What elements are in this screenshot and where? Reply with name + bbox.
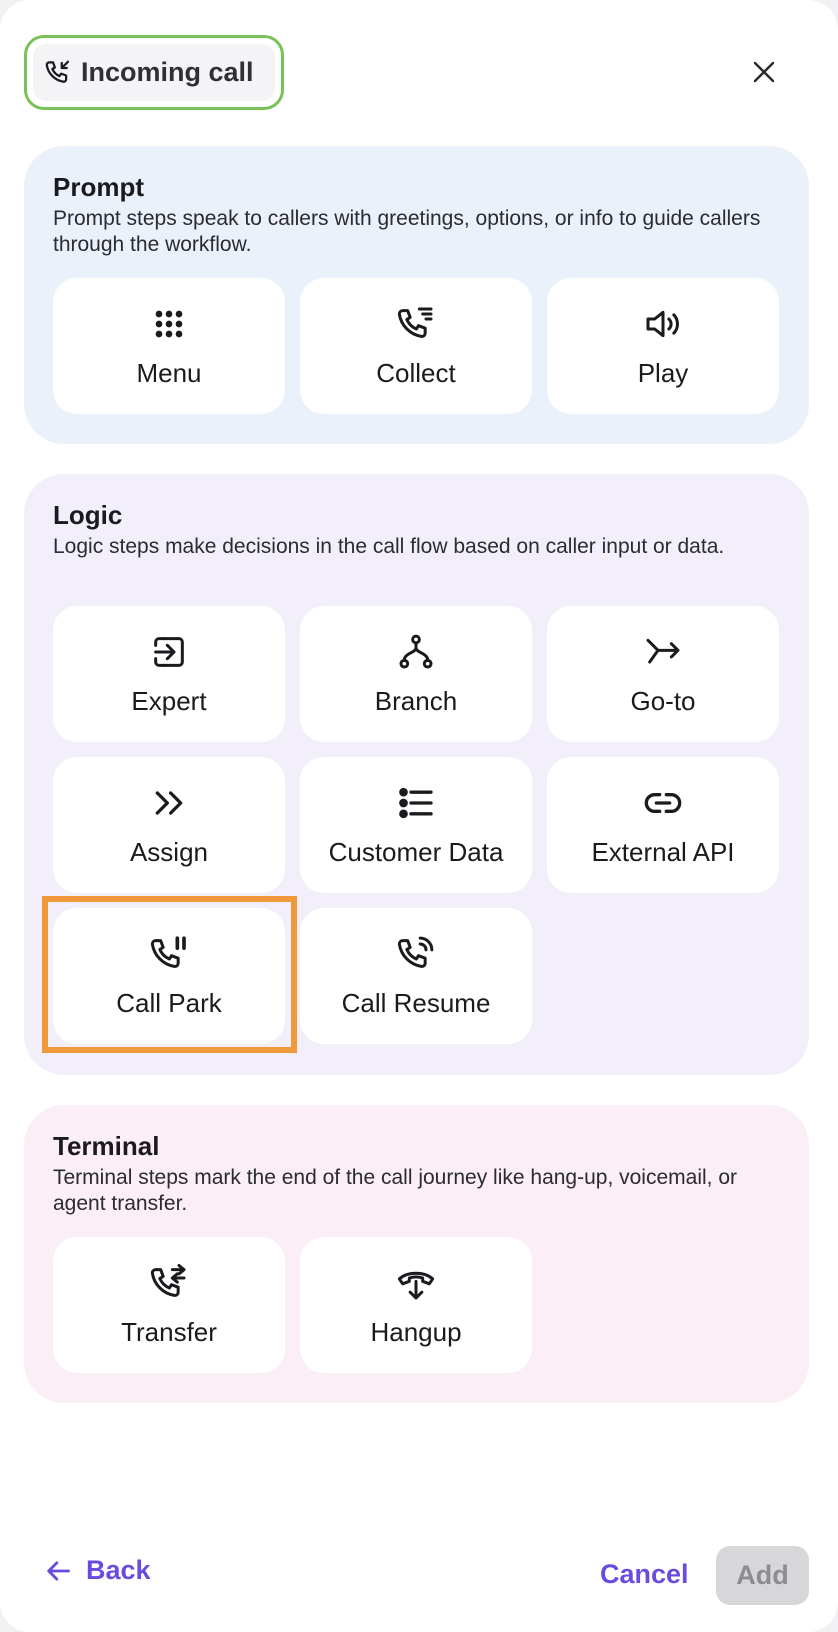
step-label: Call Park [116, 987, 222, 1018]
add-button[interactable]: Add [716, 1546, 809, 1605]
grid-dots-icon [155, 310, 183, 337]
step-grid: Expert Branch Go-to Assign Customer Data… [42, 606, 779, 1053]
link-icon [644, 792, 682, 813]
phone-transfer-icon [150, 1263, 186, 1297]
step-card-assign[interactable]: Assign [53, 757, 285, 893]
section-description: Terminal steps mark the end of the call … [53, 1166, 737, 1215]
phone-list-icon [397, 307, 433, 338]
section-title: Prompt [53, 172, 144, 202]
trigger-label: Incoming call [81, 57, 254, 87]
step-label: External API [591, 836, 735, 867]
enter-box-icon [154, 636, 184, 667]
incoming-call-icon [45, 60, 70, 83]
step-card-customer-data[interactable]: Customer Data [300, 757, 532, 893]
step-card-menu[interactable]: Menu [53, 278, 285, 414]
section-description: Logic steps make decisions in the call f… [53, 535, 725, 558]
trigger-chip[interactable]: Incoming call [24, 35, 284, 110]
trigger-chip-inner: Incoming call [33, 44, 275, 101]
arrow-left-icon [47, 1560, 70, 1581]
step-grid: Transfer Hangup [53, 1237, 779, 1373]
step-label: Transfer [121, 1316, 217, 1347]
terminal-section: Terminal Terminal steps mark the end of … [24, 1105, 809, 1403]
step-label: Play [637, 357, 689, 388]
close-button[interactable] [745, 53, 783, 91]
step-label: Call Resume [341, 987, 491, 1018]
section-description: Prompt steps speak to callers with greet… [53, 207, 761, 256]
speaker-icon [646, 310, 679, 337]
branch-icon [399, 634, 433, 668]
logic-section: Logic Logic steps make decisions in the … [24, 474, 809, 1075]
step-label: Go-to [630, 685, 696, 716]
step-grid: Menu Collect Play [53, 278, 779, 414]
step-label: Assign [129, 836, 209, 867]
step-card-transfer[interactable]: Transfer [53, 1237, 285, 1373]
cancel-button[interactable]: Cancel [600, 1559, 689, 1590]
back-button[interactable]: Back [44, 1555, 151, 1586]
hangup-icon [397, 1271, 435, 1299]
close-icon [753, 61, 775, 83]
step-card-hangup[interactable]: Hangup [300, 1237, 532, 1373]
add-step-panel: Incoming call Prompt Prompt steps speak … [0, 0, 838, 1632]
step-card-external-api[interactable]: External API [547, 757, 779, 893]
step-label: Expert [131, 685, 207, 716]
section-title: Terminal [53, 1131, 160, 1161]
step-label: Collect [376, 357, 456, 388]
phone-signal-icon [397, 936, 434, 968]
step-card-expert[interactable]: Expert [53, 606, 285, 742]
back-label: Back [86, 1555, 151, 1585]
phone-pause-icon [150, 935, 186, 968]
step-card-call-park[interactable]: Call Park [42, 896, 297, 1053]
step-label: Branch [374, 685, 458, 716]
step-label: Menu [136, 357, 202, 388]
step-label: Hangup [370, 1316, 462, 1347]
step-card-call-resume[interactable]: Call Resume [300, 908, 532, 1044]
double-chevron-icon [155, 790, 183, 815]
prompt-section: Prompt Prompt steps speak to callers wit… [24, 146, 809, 444]
step-card-play[interactable]: Play [547, 278, 779, 414]
section-title: Logic [53, 500, 123, 530]
step-card-branch[interactable]: Branch [300, 606, 532, 742]
redirect-arrow-icon [646, 638, 680, 663]
step-card-collect[interactable]: Collect [300, 278, 532, 414]
list-icon [399, 787, 433, 818]
step-label: Customer Data [328, 836, 504, 867]
step-card-goto[interactable]: Go-to [547, 606, 779, 742]
